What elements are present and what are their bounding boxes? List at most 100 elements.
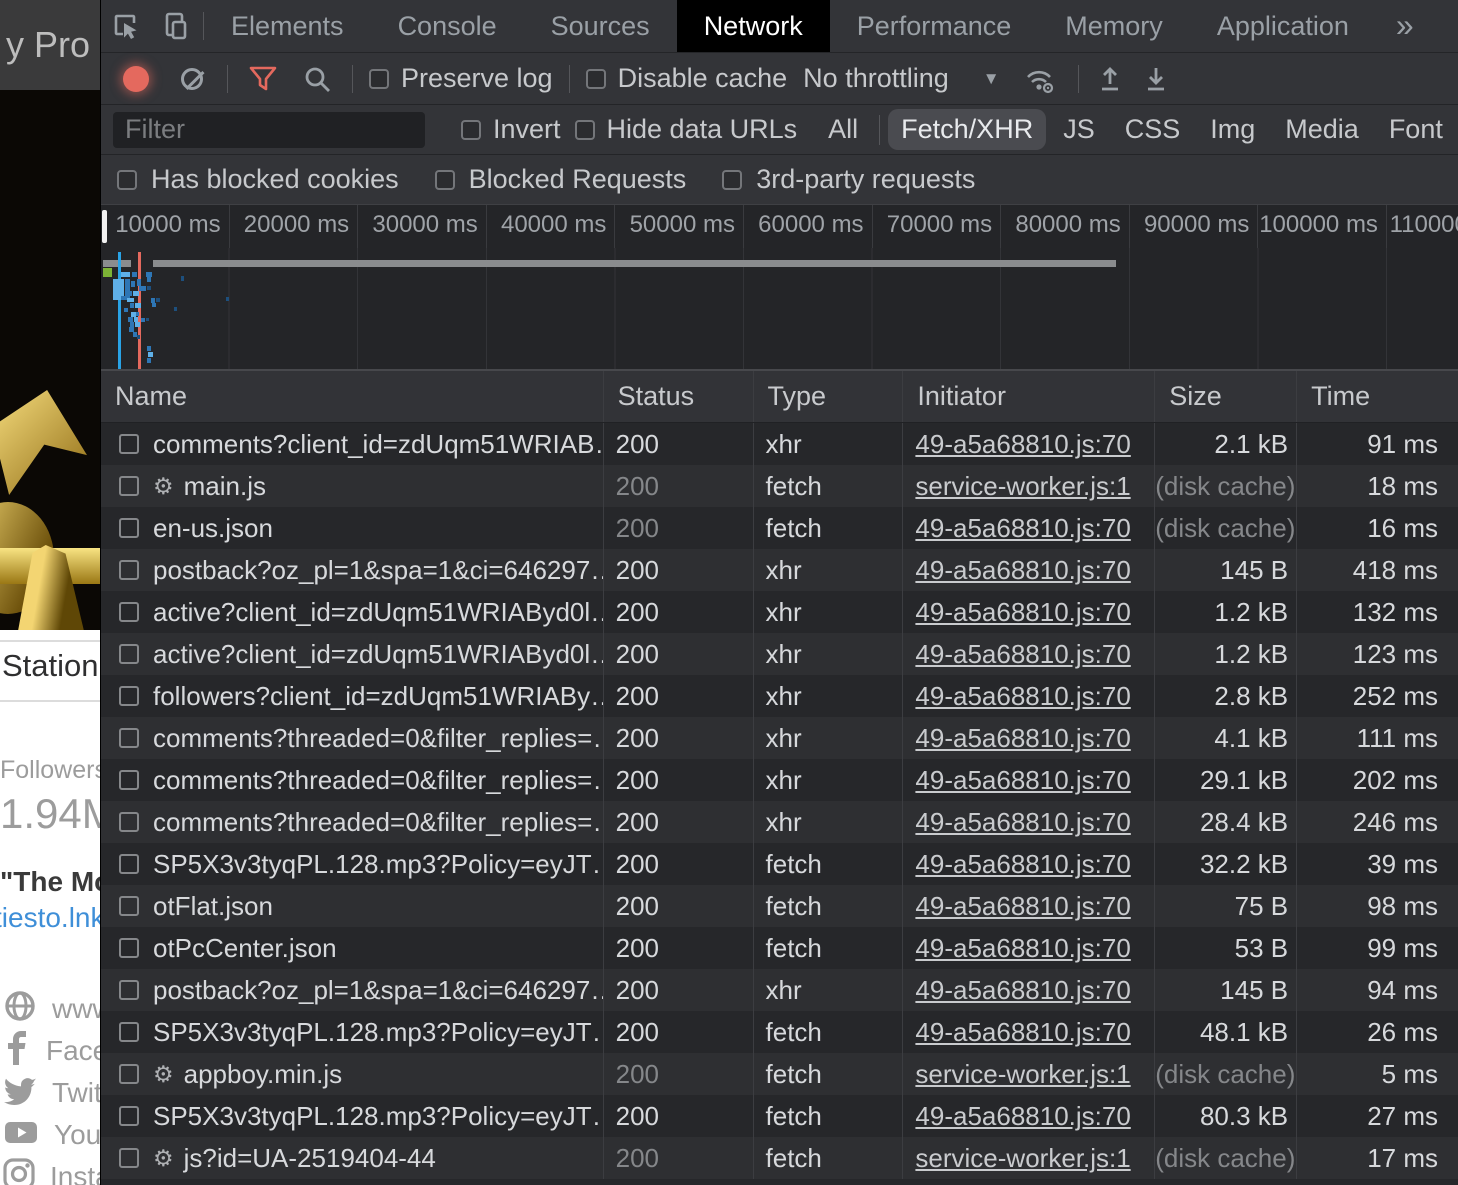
row-checkbox[interactable]	[119, 686, 139, 706]
social-link-youtube[interactable]: YouTu	[2, 1114, 100, 1156]
filter-type-img[interactable]: Img	[1197, 109, 1268, 150]
table-row[interactable]: followers?client_id=zdUqm51WRIABy…200xhr…	[101, 675, 1458, 717]
search-icon[interactable]	[302, 64, 332, 94]
hide-data-urls-toggle[interactable]: Hide data URLs	[575, 114, 798, 145]
request-name[interactable]: postback?oz_pl=1&spa=1&ci=646297…	[153, 969, 604, 1011]
tab-elements[interactable]: Elements	[204, 0, 371, 52]
row-checkbox[interactable]	[119, 518, 139, 538]
filter-toggle-icon[interactable]	[248, 64, 278, 94]
tab-application[interactable]: Application	[1190, 0, 1376, 52]
table-row[interactable]: comments?threaded=0&filter_replies=…200x…	[101, 801, 1458, 843]
table-row[interactable]: SP5X3v3tyqPL.128.mp3?Policy=eyJT…200fetc…	[101, 1011, 1458, 1053]
initiator-link[interactable]: 49-a5a68810.js:70	[915, 513, 1130, 543]
tab-network[interactable]: Network	[677, 0, 830, 52]
row-checkbox[interactable]	[119, 1022, 139, 1042]
row-checkbox[interactable]	[119, 644, 139, 664]
initiator-link[interactable]: 49-a5a68810.js:70	[915, 807, 1130, 837]
filter-input[interactable]	[113, 112, 425, 148]
throttling-select[interactable]: No throttling ▼	[803, 63, 999, 94]
initiator-link[interactable]: 49-a5a68810.js:70	[915, 765, 1130, 795]
invert-checkbox[interactable]	[461, 120, 481, 140]
import-har-icon[interactable]	[1095, 64, 1125, 94]
network-conditions-icon[interactable]	[1022, 63, 1056, 95]
initiator-link[interactable]: 49-a5a68810.js:70	[915, 681, 1130, 711]
row-checkbox[interactable]	[119, 434, 139, 454]
row-checkbox[interactable]	[119, 1064, 139, 1084]
row-checkbox[interactable]	[119, 560, 139, 580]
export-har-icon[interactable]	[1141, 64, 1171, 94]
filter-type-css[interactable]: CSS	[1112, 109, 1194, 150]
clear-icon[interactable]	[181, 68, 203, 90]
tab-sources[interactable]: Sources	[524, 0, 677, 52]
table-row[interactable]: ⚙main.js200fetchservice-worker.js:1(disk…	[101, 465, 1458, 507]
table-row[interactable]: active?client_id=zdUqm51WRIAByd0l…200xhr…	[101, 591, 1458, 633]
column-header-size[interactable]: Size	[1155, 371, 1297, 422]
table-row[interactable]: otPcCenter.json200fetch49-a5a68810.js:70…	[101, 927, 1458, 969]
request-name[interactable]: main.js	[184, 465, 266, 507]
request-name[interactable]: en-us.json	[153, 507, 273, 549]
row-checkbox[interactable]	[119, 938, 139, 958]
waterfall-overview[interactable]	[101, 248, 1458, 369]
row-checkbox[interactable]	[119, 602, 139, 622]
table-row[interactable]: comments?threaded=0&filter_replies=…200x…	[101, 759, 1458, 801]
request-name[interactable]: comments?threaded=0&filter_replies=…	[153, 717, 604, 759]
initiator-link[interactable]: 49-a5a68810.js:70	[915, 891, 1130, 921]
preserve-log-toggle[interactable]: Preserve log	[369, 63, 553, 94]
table-row[interactable]: comments?client_id=zdUqm51WRIAB…200xhr49…	[101, 423, 1458, 465]
request-name[interactable]: otFlat.json	[153, 885, 273, 927]
request-name[interactable]: SP5X3v3tyqPL.128.mp3?Policy=eyJT…	[153, 843, 604, 885]
initiator-link[interactable]: 49-a5a68810.js:70	[915, 639, 1130, 669]
timeline-overview[interactable]: 10000 ms20000 ms30000 ms40000 ms50000 ms…	[101, 205, 1458, 371]
request-name[interactable]: active?client_id=zdUqm51WRIAByd0l…	[153, 591, 604, 633]
disable-cache-toggle[interactable]: Disable cache	[586, 63, 788, 94]
option-checkbox[interactable]	[117, 170, 137, 190]
inspect-element-icon[interactable]	[109, 10, 141, 42]
column-header-type[interactable]: Type	[754, 371, 904, 422]
request-name[interactable]: SP5X3v3tyqPL.128.mp3?Policy=eyJT…	[153, 1011, 604, 1053]
initiator-link[interactable]: service-worker.js:1	[915, 1059, 1130, 1089]
table-row[interactable]: ⚙js?id=UA-2519404-44200fetchservice-work…	[101, 1137, 1458, 1179]
disable-cache-checkbox[interactable]	[586, 69, 606, 89]
invert-toggle[interactable]: Invert	[461, 114, 561, 145]
hide-data-urls-checkbox[interactable]	[575, 120, 595, 140]
table-row[interactable]: comments?threaded=0&filter_replies=…200x…	[101, 717, 1458, 759]
timeline-handle[interactable]	[102, 210, 107, 243]
initiator-link[interactable]: 49-a5a68810.js:70	[915, 1017, 1130, 1047]
table-row[interactable]: SP5X3v3tyqPL.128.mp3?Policy=eyJT…200fetc…	[101, 843, 1458, 885]
initiator-link[interactable]: 49-a5a68810.js:70	[915, 1101, 1130, 1131]
row-checkbox[interactable]	[119, 896, 139, 916]
request-name[interactable]: followers?client_id=zdUqm51WRIABy…	[153, 675, 604, 717]
table-row[interactable]: ⚙appboy.min.js200fetchservice-worker.js:…	[101, 1053, 1458, 1095]
option-has-blocked-cookies[interactable]: Has blocked cookies	[117, 164, 399, 195]
row-checkbox[interactable]	[119, 728, 139, 748]
column-header-status[interactable]: Status	[604, 371, 754, 422]
row-checkbox[interactable]	[119, 476, 139, 496]
social-link-twitter[interactable]: Twitte	[2, 1072, 100, 1114]
filter-type-font[interactable]: Font	[1376, 109, 1446, 150]
option-blocked-requests[interactable]: Blocked Requests	[435, 164, 687, 195]
column-header-time[interactable]: Time	[1297, 371, 1458, 422]
request-name[interactable]: js?id=UA-2519404-44	[184, 1137, 436, 1179]
table-row[interactable]: en-us.json200fetch49-a5a68810.js:70(disk…	[101, 507, 1458, 549]
request-name[interactable]: comments?threaded=0&filter_replies=…	[153, 759, 604, 801]
tab-memory[interactable]: Memory	[1038, 0, 1190, 52]
row-checkbox[interactable]	[119, 812, 139, 832]
row-checkbox[interactable]	[119, 980, 139, 1000]
initiator-link[interactable]: 49-a5a68810.js:70	[915, 597, 1130, 627]
social-link-instagram[interactable]: Instag	[2, 1156, 100, 1185]
column-header-name[interactable]: Name	[101, 371, 604, 422]
tab-performance[interactable]: Performance	[830, 0, 1039, 52]
social-link-globe[interactable]: www.t	[2, 988, 100, 1030]
initiator-link[interactable]: service-worker.js:1	[915, 1143, 1130, 1173]
table-row[interactable]: postback?oz_pl=1&spa=1&ci=646297…200xhr4…	[101, 549, 1458, 591]
row-checkbox[interactable]	[119, 1148, 139, 1168]
initiator-link[interactable]: 49-a5a68810.js:70	[915, 975, 1130, 1005]
filter-type-js[interactable]: JS	[1050, 109, 1108, 150]
table-row[interactable]: SP5X3v3tyqPL.128.mp3?Policy=eyJT…200fetc…	[101, 1095, 1458, 1137]
request-name[interactable]: SP5X3v3tyqPL.128.mp3?Policy=eyJT…	[153, 1095, 604, 1137]
social-link-facebook[interactable]: Faceb	[2, 1030, 100, 1072]
initiator-link[interactable]: 49-a5a68810.js:70	[915, 555, 1130, 585]
record-button[interactable]	[123, 66, 149, 92]
device-toolbar-icon[interactable]	[159, 10, 191, 42]
bio-link[interactable]: tiesto.lnk	[0, 902, 100, 934]
